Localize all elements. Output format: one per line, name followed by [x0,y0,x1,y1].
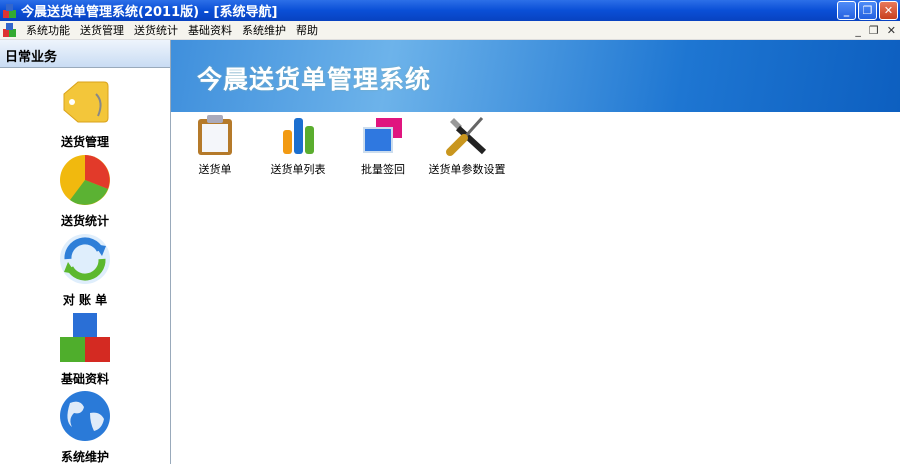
mdi-close-button[interactable]: ✕ [887,21,896,40]
banner: 今晨送货单管理系统 [171,40,900,112]
sidebar: 日常业务 送货管理 送货统计 对 账 单 基础资料 系统维护 [0,40,171,464]
tool-label: 送货单 [198,163,232,176]
clipboard-icon [198,115,232,155]
sidebar-item-label: 送货管理 [60,135,109,149]
sidebar-header: 日常业务 [0,40,170,68]
menu-app-icon [3,23,17,37]
sidebar-item-label: 对 账 单 [62,293,108,307]
app-icon [3,3,17,18]
menu-delivery-management[interactable]: 送货管理 [75,22,129,38]
tool-label: 送货单参数设置 [428,163,506,176]
menu-system-maintenance[interactable]: 系统维护 [237,22,291,38]
sidebar-item-statement[interactable]: 对 账 单 [0,232,170,308]
minimize-button[interactable]: _ [837,1,856,20]
sidebar-item-label: 系统维护 [60,450,109,464]
globe-icon [60,391,110,441]
sidebar-item-system-maintenance[interactable]: 系统维护 [0,389,170,465]
tool-delivery-note[interactable]: 送货单 [170,114,260,177]
pie-chart-icon [60,155,110,205]
menu-help[interactable]: 帮助 [291,22,323,38]
tool-label: 送货单列表 [270,163,326,176]
window-title: 今晨送货单管理系统(2011版) - [系统导航] [21,5,278,20]
restore-button[interactable]: ❐ [858,1,877,20]
sidebar-item-delivery-management[interactable]: 送货管理 [0,74,170,150]
tool-batch-signback[interactable]: 批量签回 [338,114,428,177]
menu-system-functions[interactable]: 系统功能 [21,22,75,38]
tool-delivery-settings[interactable]: 送货单参数设置 [422,114,512,177]
windows-icon [363,118,402,153]
bar-chart-icon [283,118,314,154]
close-button[interactable]: ✕ [879,1,898,20]
menu-basic-data[interactable]: 基础资料 [183,22,237,38]
folder-tag-icon [63,81,109,123]
mdi-minimize-button[interactable]: _ [855,21,861,40]
menu-delivery-statistics[interactable]: 送货统计 [129,22,183,38]
banner-title: 今晨送货单管理系统 [197,65,432,94]
menu-bar: 系统功能 送货管理 送货统计 基础资料 系统维护 帮助 _ ❐ ✕ [0,21,900,40]
refresh-icon [60,234,110,284]
sidebar-item-basic-data[interactable]: 基础资料 [0,311,170,387]
title-bar: 今晨送货单管理系统(2011版) - [系统导航] _ ❐ ✕ [0,0,900,21]
sidebar-item-label: 送货统计 [60,214,109,228]
blocks-icon [60,313,110,362]
mdi-restore-button[interactable]: ❐ [869,21,879,40]
sidebar-item-label: 基础资料 [60,372,109,386]
tool-label: 批量签回 [361,163,405,176]
tool-delivery-list[interactable]: 送货单列表 [253,114,343,177]
sidebar-item-delivery-statistics[interactable]: 送货统计 [0,153,170,229]
tools-icon [446,116,487,156]
